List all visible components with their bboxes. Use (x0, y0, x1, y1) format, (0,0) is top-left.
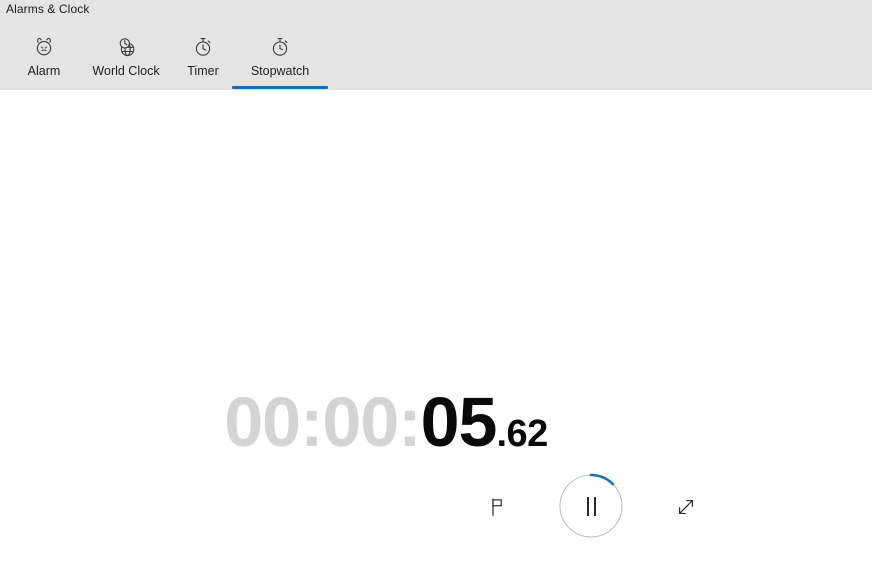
stopwatch-hundredths: .62 (496, 413, 548, 455)
stopwatch-readout: 00:00:05.62 (0, 382, 872, 462)
lap-button[interactable] (478, 487, 518, 527)
expand-diagonal-icon (675, 496, 697, 518)
flag-icon (487, 496, 509, 518)
stopwatch-icon (267, 34, 293, 60)
tab-strip: Alarm World Clock Timer Stopwatch (0, 28, 328, 90)
stopwatch-hours-minutes: 00:00: (224, 383, 421, 461)
tab-world-clock-label: World Clock (92, 64, 160, 78)
tab-stopwatch[interactable]: Stopwatch (232, 28, 328, 90)
tab-stopwatch-label: Stopwatch (250, 64, 310, 78)
app-title: Alarms & Clock (6, 2, 90, 16)
pause-icon (558, 473, 624, 539)
expand-button[interactable] (666, 487, 706, 527)
tab-alarm-label: Alarm (27, 64, 61, 78)
stopwatch-controls (0, 473, 872, 553)
world-clock-icon (113, 34, 139, 60)
tab-alarm-underline (10, 86, 78, 89)
app-header: Alarms & Clock Alarm World Clock Timer S… (0, 0, 872, 90)
tab-timer-label: Timer (187, 64, 219, 78)
tab-world-clock-underline (78, 86, 174, 89)
tab-timer-underline (174, 86, 232, 89)
stopwatch-panel: 00:00:05.62 (0, 90, 872, 583)
pause-button[interactable] (558, 473, 624, 539)
alarm-clock-icon (31, 34, 57, 60)
stopwatch-seconds: 05 (420, 383, 498, 461)
title-bar: Alarms & Clock (0, 0, 872, 22)
tab-stopwatch-underline (232, 86, 328, 89)
tab-alarm[interactable]: Alarm (10, 28, 78, 90)
tab-timer[interactable]: Timer (174, 28, 232, 90)
timer-icon (190, 34, 216, 60)
tab-world-clock[interactable]: World Clock (78, 28, 174, 90)
